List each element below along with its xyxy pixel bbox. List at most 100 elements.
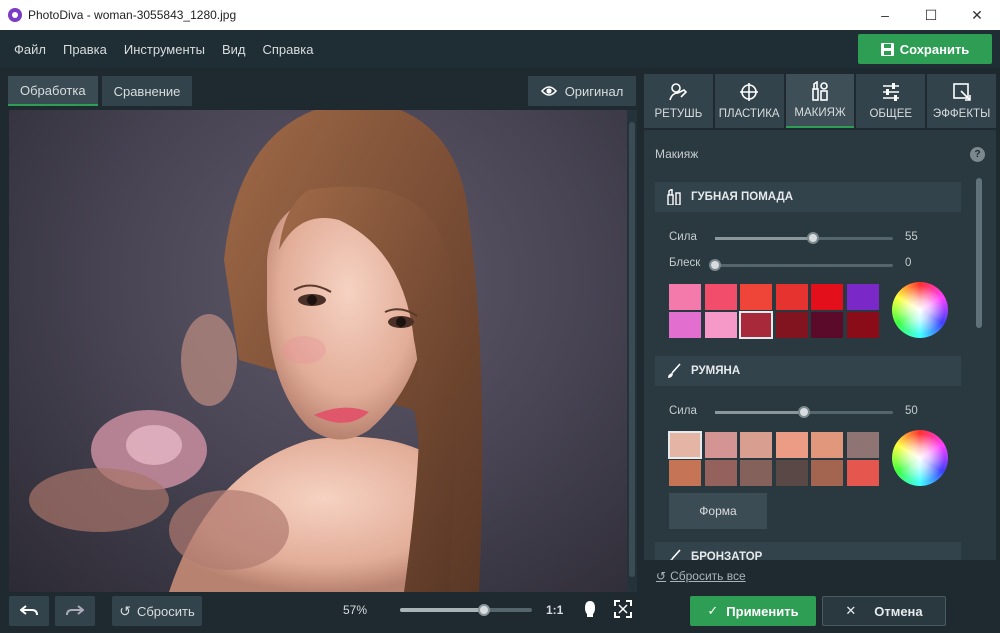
- tab-makeup[interactable]: МАКИЯЖ: [785, 74, 855, 128]
- tab-plastic[interactable]: ПЛАСТИКА: [714, 74, 784, 128]
- lipstick-gloss-slider[interactable]: [709, 259, 893, 271]
- color-swatch[interactable]: [811, 460, 843, 486]
- lipstick-strength-value: 55: [905, 231, 918, 243]
- color-swatch[interactable]: [811, 432, 843, 458]
- fullscreen-icon[interactable]: [614, 600, 632, 618]
- slider-thumb[interactable]: [798, 406, 810, 418]
- color-swatch[interactable]: [740, 460, 772, 486]
- color-swatch[interactable]: [775, 312, 808, 338]
- blush-strength-label: Сила: [669, 405, 697, 417]
- color-swatch[interactable]: [704, 284, 737, 310]
- color-swatch[interactable]: [775, 284, 808, 310]
- lipstick-icon: [667, 189, 681, 205]
- help-icon[interactable]: ?: [970, 147, 985, 162]
- panel-title: Макияж: [655, 147, 699, 161]
- eye-icon: [540, 86, 557, 96]
- apply-button[interactable]: ✓ Применить: [690, 596, 816, 626]
- color-swatch[interactable]: [811, 312, 843, 338]
- menu-file[interactable]: Файл: [14, 42, 46, 57]
- color-swatch[interactable]: [669, 312, 701, 338]
- color-swatch[interactable]: [775, 432, 808, 458]
- bronzer-title: БРОНЗАТОР: [691, 551, 763, 560]
- undo-button[interactable]: [9, 596, 49, 626]
- zoom-slider[interactable]: [400, 604, 532, 616]
- tool-tabs: РЕТУШЬ ПЛАСТИКА МАКИЯЖ ОБЩЕЕ ЭФФЕКТЫ: [644, 74, 996, 128]
- color-swatch[interactable]: [775, 460, 808, 486]
- tab-compare[interactable]: Сравнение: [101, 76, 193, 106]
- save-button[interactable]: Сохранить: [858, 34, 992, 64]
- canvas-scrollbar[interactable]: [627, 110, 637, 592]
- shape-button[interactable]: Форма: [669, 493, 767, 529]
- plastic-icon: [740, 83, 759, 101]
- tab-processing[interactable]: Обработка: [8, 76, 98, 106]
- blush-title: РУМЯНА: [691, 365, 741, 377]
- color-swatch[interactable]: [669, 284, 701, 310]
- color-swatch[interactable]: [846, 312, 879, 338]
- lipstick-gloss-value: 0: [905, 257, 912, 269]
- photo-canvas[interactable]: [9, 110, 627, 592]
- minimize-icon[interactable]: –: [862, 0, 908, 30]
- original-label: Оригинал: [564, 83, 624, 99]
- floppy-disk-icon: [880, 42, 894, 56]
- color-swatch[interactable]: [846, 460, 879, 486]
- makeup-panel: Макияж ? ГУБНАЯ ПОМАДА Сила 55 Блеск 0 Р…: [644, 130, 996, 560]
- blush-color-wheel[interactable]: [892, 430, 948, 486]
- portrait-photo: [29, 110, 483, 592]
- color-swatch[interactable]: [740, 432, 772, 458]
- reset-all-label: Сбросить все: [670, 569, 746, 583]
- zoom-slider-fill: [400, 608, 485, 612]
- menu-edit[interactable]: Правка: [63, 42, 107, 57]
- panel-scrollbar[interactable]: [974, 176, 984, 560]
- lipstick-strength-slider[interactable]: [715, 232, 893, 244]
- original-button[interactable]: Оригинал: [528, 76, 636, 106]
- color-swatch[interactable]: [704, 432, 737, 458]
- title-bar: PhotoDiva - woman-3055843_1280.jpg – ☐ ✕: [0, 0, 1000, 30]
- scrollbar-thumb[interactable]: [629, 122, 635, 577]
- menu-view[interactable]: Вид: [222, 42, 246, 57]
- check-icon: ✓: [707, 603, 719, 618]
- redo-button[interactable]: [55, 596, 95, 626]
- cancel-button[interactable]: ✕ Отмена: [822, 596, 946, 626]
- save-label: Сохранить: [899, 41, 970, 57]
- slider-thumb[interactable]: [709, 259, 721, 271]
- close-icon: ✕: [845, 603, 857, 618]
- lipstick-section-header[interactable]: ГУБНАЯ ПОМАДА: [655, 182, 961, 212]
- slider-thumb[interactable]: [806, 232, 819, 244]
- color-swatch[interactable]: [739, 311, 773, 339]
- actual-size-button[interactable]: 1:1: [546, 603, 563, 617]
- face-detect-icon[interactable]: [582, 600, 598, 618]
- color-swatch[interactable]: [811, 284, 843, 310]
- menu-tools[interactable]: Инструменты: [124, 42, 205, 57]
- tab-effects[interactable]: ЭФФЕКТЫ: [927, 74, 996, 128]
- lipstick-color-wheel[interactable]: [892, 282, 948, 338]
- panel-scrollbar-thumb[interactable]: [976, 178, 982, 328]
- tab-plastic-label: ПЛАСТИКА: [718, 108, 780, 120]
- blush-strength-value: 50: [905, 405, 918, 417]
- lipstick-title: ГУБНАЯ ПОМАДА: [691, 191, 794, 203]
- maximize-icon[interactable]: ☐: [908, 0, 954, 30]
- effects-icon: [952, 83, 971, 101]
- sliders-icon: [882, 83, 899, 101]
- color-swatch[interactable]: [669, 460, 701, 486]
- reset-all-link[interactable]: ↺ Сбросить все: [656, 569, 746, 583]
- color-swatch[interactable]: [846, 432, 879, 458]
- reset-icon: ↺: [119, 602, 131, 619]
- blush-strength-slider[interactable]: [715, 406, 893, 418]
- bronzer-section-header[interactable]: БРОНЗАТОР: [655, 542, 961, 560]
- blush-section-header[interactable]: РУМЯНА: [655, 356, 961, 386]
- tab-general[interactable]: ОБЩЕЕ: [856, 74, 926, 128]
- color-swatch[interactable]: [704, 312, 737, 338]
- tab-retouch[interactable]: РЕТУШЬ: [644, 74, 713, 128]
- menu-bar: Файл Правка Инструменты Вид Справка Сохр…: [0, 30, 1000, 68]
- menu-help[interactable]: Справка: [262, 42, 313, 57]
- reset-button[interactable]: ↺ Сбросить: [112, 596, 202, 626]
- app-logo-icon: [8, 8, 22, 22]
- close-icon[interactable]: ✕: [954, 0, 1000, 30]
- color-swatch[interactable]: [846, 284, 879, 310]
- lipstick-strength-label: Сила: [669, 231, 697, 243]
- retouch-icon: [669, 83, 688, 101]
- color-swatch[interactable]: [704, 460, 737, 486]
- color-swatch[interactable]: [740, 284, 772, 310]
- apply-label: Применить: [726, 603, 799, 619]
- color-swatch[interactable]: [668, 431, 702, 459]
